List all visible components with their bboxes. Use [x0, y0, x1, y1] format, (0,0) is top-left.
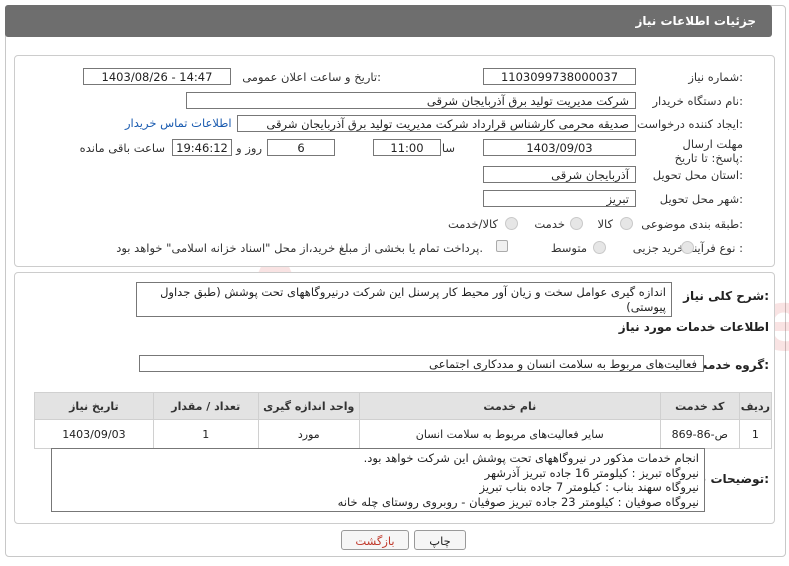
print-button[interactable]: چاپ: [414, 530, 466, 550]
table-header-row: ردیف کد خدمت نام خدمت واحد اندازه گیری ت…: [34, 392, 773, 420]
category-goods-radio[interactable]: [620, 217, 633, 230]
cell-name: سایر فعالیت‌های مربوط به سلامت انسان: [358, 419, 661, 449]
remaining-time-field: 19:46:12: [172, 139, 232, 156]
note-line: انجام خدمات مذکور در نیروگاههای تحت پوشش…: [363, 451, 699, 465]
buyer-org-label: نام دستگاه خریدار:: [652, 94, 743, 108]
process-label: نوع فرآیند خرید :: [661, 241, 743, 255]
category-both-radio[interactable]: [505, 217, 518, 230]
remaining-label: ساعت باقی مانده: [79, 141, 165, 155]
category-service-label: خدمت: [534, 217, 565, 231]
summary-label: شرح کلی نیاز:: [683, 289, 769, 303]
cell-row: 1: [738, 419, 773, 449]
creator-label: ایجاد کننده درخواست:: [637, 117, 743, 131]
category-both-label: کالا/خدمت: [447, 217, 498, 231]
province-label: استان محل تحویل:: [652, 168, 743, 182]
deadline-label: مهلت ارسال پاسخ: تا تاریخ:: [674, 137, 743, 165]
announce-field: 1403/08/26 - 14:47: [83, 68, 231, 85]
deadline-date-field: 1403/09/03: [483, 139, 636, 156]
buyer-contact-link[interactable]: اطلاعات تماس خریدار: [125, 116, 232, 130]
summary-textarea[interactable]: اندازه گیری عوامل سخت و زیان آور محیط کا…: [136, 282, 672, 317]
page-header: جزئیات اطلاعات نیاز: [5, 5, 772, 37]
col-date-header: تاریخ نیاز: [34, 392, 154, 420]
need-info-panel: [14, 55, 775, 267]
days-field: 6: [267, 139, 335, 156]
process-minor-label: جزیی: [632, 241, 659, 255]
service-group-field: فعالیت‌های مربوط به سلامت انسان و مددکار…: [139, 355, 704, 372]
col-code-header: کد خدمت: [659, 392, 740, 420]
cell-unit: مورد: [257, 419, 360, 449]
category-service-radio[interactable]: [570, 217, 583, 230]
table-row: 1 ص-86-869 سایر فعالیت‌های مربوط به سلام…: [34, 419, 773, 449]
category-label: طبقه بندی موضوعی:: [641, 217, 743, 231]
process-minor-radio[interactable]: [681, 241, 694, 254]
buyer-notes-textarea[interactable]: انجام خدمات مذکور در نیروگاههای تحت پوشش…: [51, 448, 705, 512]
service-group-label: گروه خدمت:: [695, 358, 769, 372]
treasury-payment-checkbox[interactable]: [496, 240, 508, 252]
note-line: نیروگاه سهند بناب : کیلومتر 7 جاده بناب …: [479, 480, 699, 494]
city-label: شهر محل تحویل:: [659, 192, 743, 206]
process-medium-label: متوسط: [550, 241, 587, 255]
note-line: نیروگاه تبریز : کیلومتر 16 جاده تبریز آذ…: [484, 465, 699, 480]
cell-date: 1403/09/03: [34, 419, 154, 449]
need-number-field: 1103099738000037: [483, 68, 636, 85]
city-field: تبریز: [483, 190, 636, 207]
col-qty-header: تعداد / مقدار: [152, 392, 259, 420]
back-button[interactable]: بازگشت: [341, 530, 409, 550]
category-goods-label: کالا: [597, 217, 613, 231]
deadline-time-field: 11:00: [373, 139, 441, 156]
announce-label: تاریخ و ساعت اعلان عمومی:: [242, 70, 381, 84]
note-line: نیروگاه صوفیان : کیلومتر 23 جاده تبریز ص…: [337, 494, 699, 509]
cell-qty: 1: [152, 419, 259, 449]
province-field: آذربایجان شرقی: [483, 166, 636, 183]
days-label: روز و: [236, 141, 262, 155]
creator-field: صدیقه محرمی کارشناس قرارداد شرکت مدیریت …: [237, 115, 636, 132]
buyer-org-field: شرکت مدیریت تولید برق آذربایجان شرقی: [186, 92, 636, 109]
payment-note: پرداخت تمام یا بخشی از مبلغ خرید،از محل …: [116, 241, 483, 255]
cell-code: ص-86-869: [659, 419, 740, 449]
page-title: جزئیات اطلاعات نیاز: [635, 14, 756, 28]
col-unit-header: واحد اندازه گیری: [257, 392, 360, 420]
services-table: ردیف کد خدمت نام خدمت واحد اندازه گیری ت…: [34, 392, 773, 449]
services-section-title: اطلاعات خدمات مورد نیاز: [618, 320, 769, 334]
need-number-label: شماره نیاز:: [688, 70, 743, 84]
col-name-header: نام خدمت: [358, 392, 661, 420]
process-medium-radio[interactable]: [593, 241, 606, 254]
col-row-header: ردیف: [738, 392, 773, 420]
